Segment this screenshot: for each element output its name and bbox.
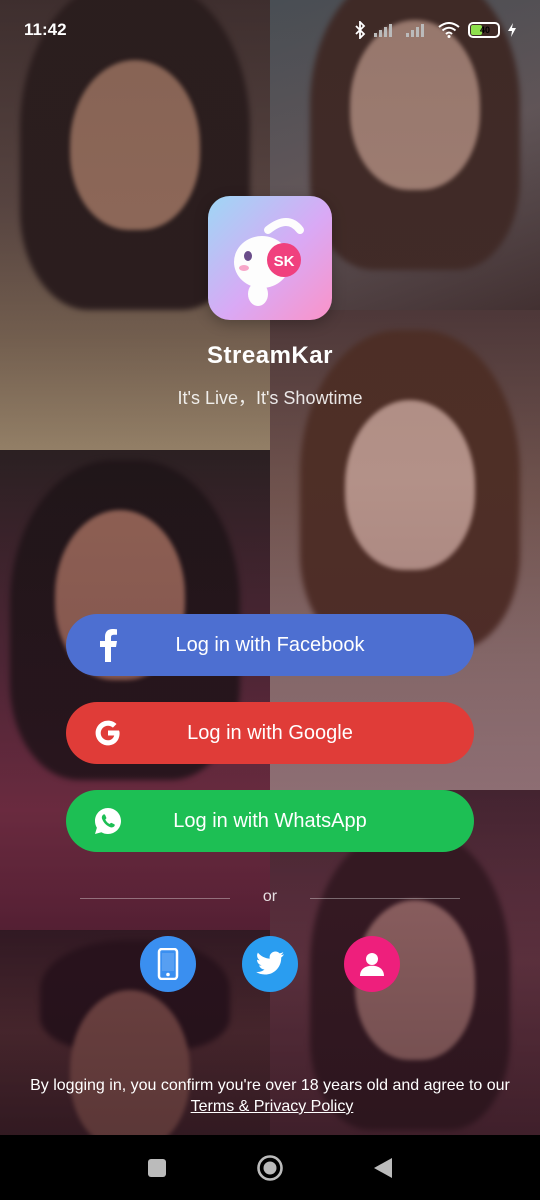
back-button[interactable] bbox=[363, 1148, 403, 1188]
home-button[interactable] bbox=[250, 1148, 290, 1188]
status-bar: 11:42 40 bbox=[0, 0, 540, 60]
square-icon bbox=[147, 1158, 166, 1177]
navigation-bar bbox=[0, 1135, 540, 1200]
whatsapp-login-label: Log in with WhatsApp bbox=[173, 809, 367, 832]
status-time: 11:42 bbox=[24, 20, 67, 39]
whatsapp-login-button[interactable]: Log in with WhatsApp bbox=[66, 790, 474, 852]
battery-level: 40 bbox=[479, 25, 490, 35]
google-login-label: Log in with Google bbox=[187, 721, 353, 744]
wifi-icon bbox=[438, 22, 460, 38]
background-collage bbox=[0, 0, 540, 1200]
or-label: or bbox=[262, 888, 278, 905]
charging-icon bbox=[508, 23, 516, 37]
phone-icon bbox=[157, 948, 179, 980]
phone-login-button[interactable] bbox=[140, 936, 196, 992]
circle-icon bbox=[257, 1154, 283, 1181]
or-divider: or bbox=[0, 886, 540, 910]
legal-notice: By logging in, you confirm you're over 1… bbox=[30, 1075, 510, 1117]
whatsapp-icon bbox=[90, 803, 126, 839]
recents-button[interactable] bbox=[137, 1148, 177, 1188]
status-icons: 40 bbox=[354, 21, 516, 39]
account-login-button[interactable] bbox=[344, 936, 400, 992]
facebook-icon bbox=[90, 627, 126, 663]
app-tagline: It's Live，It's Showtime bbox=[177, 388, 363, 408]
signal-icon bbox=[406, 24, 424, 37]
facebook-login-button[interactable]: Log in with Facebook bbox=[66, 614, 474, 676]
legal-text: By logging in, you confirm you're over 1… bbox=[30, 1077, 510, 1094]
google-login-button[interactable]: Log in with Google bbox=[66, 702, 474, 764]
facebook-login-label: Log in with Facebook bbox=[175, 633, 365, 656]
twitter-login-button[interactable] bbox=[242, 936, 298, 992]
mascot-icon: SK bbox=[234, 218, 304, 306]
logo-text: SK bbox=[274, 253, 295, 270]
app-logo: SK bbox=[208, 196, 332, 320]
profile-icon bbox=[360, 953, 384, 976]
bluetooth-icon bbox=[355, 21, 366, 39]
divider-line bbox=[310, 898, 460, 899]
battery-icon: 40 bbox=[468, 22, 500, 38]
signal-icon bbox=[374, 24, 392, 37]
terms-privacy-link[interactable]: Terms & Privacy Policy bbox=[191, 1098, 354, 1115]
triangle-back-icon bbox=[374, 1157, 393, 1178]
google-icon bbox=[90, 715, 126, 751]
twitter-icon bbox=[256, 951, 284, 975]
app-name: StreamKar bbox=[207, 342, 333, 369]
